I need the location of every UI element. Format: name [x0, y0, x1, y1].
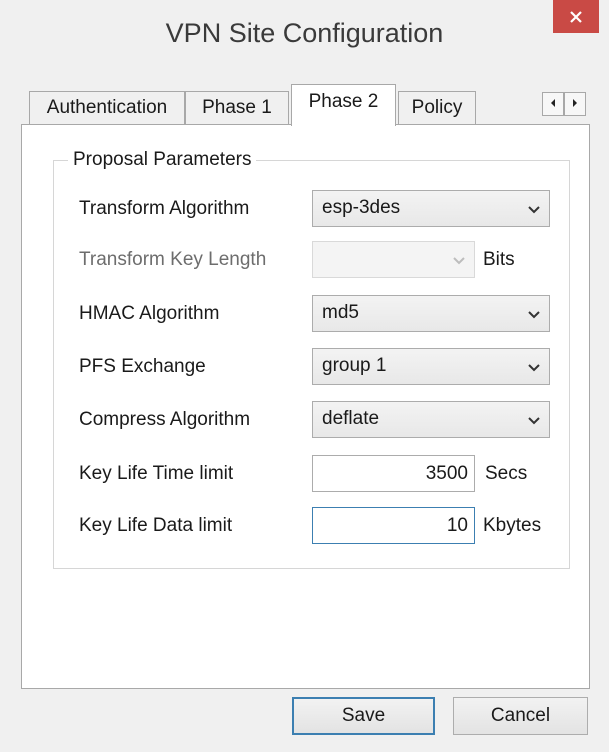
group-legend: Proposal Parameters — [68, 149, 257, 171]
window-title: VPN Site Configuration — [165, 18, 444, 48]
tab-scroll-right-button[interactable] — [564, 92, 586, 116]
tab-authentication[interactable]: Authentication — [29, 91, 185, 124]
chevron-down-icon — [527, 360, 541, 378]
close-icon — [569, 10, 583, 24]
arrow-left-icon — [549, 95, 557, 113]
pfs-exchange-value: group 1 — [322, 355, 387, 376]
key-life-time-label: Key Life Time limit — [79, 463, 234, 484]
key-life-time-input[interactable]: 3500 — [312, 455, 475, 492]
hmac-algorithm-value: md5 — [322, 302, 359, 323]
transform-key-length-select — [312, 241, 475, 278]
key-life-data-input[interactable]: 10 — [312, 507, 475, 544]
tab-policy[interactable]: Policy — [398, 91, 476, 124]
tab-scroll-left-button[interactable] — [542, 92, 564, 116]
chevron-down-icon — [527, 202, 541, 220]
hmac-algorithm-label: HMAC Algorithm — [79, 303, 220, 324]
vpn-site-configuration-dialog: VPN Site Configuration Authentication Ph… — [0, 0, 609, 752]
transform-algorithm-label: Transform Algorithm — [79, 198, 250, 219]
cancel-button[interactable]: Cancel — [453, 697, 588, 735]
title-bar[interactable]: VPN Site Configuration — [0, 0, 609, 80]
tab-phase-1[interactable]: Phase 1 — [185, 91, 289, 124]
transform-key-length-unit: Bits — [483, 249, 515, 270]
key-life-time-unit: Secs — [485, 463, 528, 484]
chevron-down-icon — [527, 307, 541, 325]
close-button[interactable] — [553, 0, 599, 33]
compress-algorithm-label: Compress Algorithm — [79, 409, 251, 430]
pfs-exchange-label: PFS Exchange — [79, 356, 206, 377]
transform-algorithm-select[interactable]: esp-3des — [312, 190, 550, 227]
arrow-right-icon — [571, 95, 579, 113]
transform-key-length-label: Transform Key Length — [79, 249, 267, 270]
tab-phase-2[interactable]: Phase 2 — [291, 84, 396, 126]
key-life-data-label: Key Life Data limit — [79, 515, 233, 536]
key-life-data-unit: Kbytes — [483, 515, 542, 536]
chevron-down-icon — [452, 253, 466, 271]
chevron-down-icon — [527, 413, 541, 431]
compress-algorithm-select[interactable]: deflate — [312, 401, 550, 438]
hmac-algorithm-select[interactable]: md5 — [312, 295, 550, 332]
compress-algorithm-value: deflate — [322, 408, 380, 429]
transform-algorithm-value: esp-3des — [322, 197, 401, 218]
save-button[interactable]: Save — [292, 697, 435, 735]
pfs-exchange-select[interactable]: group 1 — [312, 348, 550, 385]
